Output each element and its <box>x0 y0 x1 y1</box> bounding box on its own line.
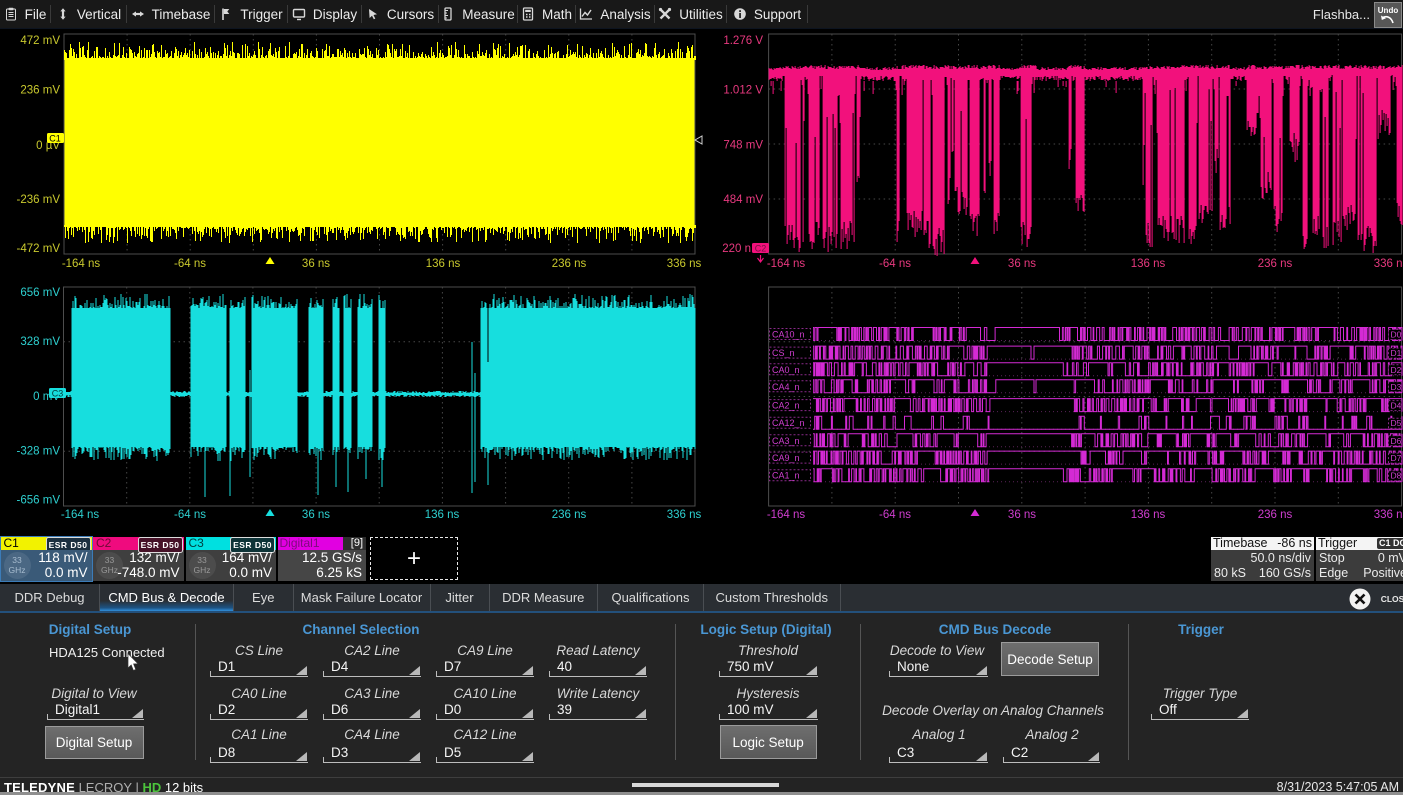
svg-text:D5: D5 <box>1391 418 1402 428</box>
svg-text:D7: D7 <box>1391 453 1402 463</box>
svg-text:472 mV: 472 mV <box>20 35 60 47</box>
svg-text:236 ns: 236 ns <box>552 509 587 521</box>
svg-text:-64 ns: -64 ns <box>174 509 206 521</box>
svg-text:-164 ns: -164 ns <box>61 509 100 521</box>
svg-text:336 ns: 336 ns <box>1374 258 1403 270</box>
svg-text:236 mV: 236 mV <box>20 85 60 97</box>
svg-text:C3: C3 <box>52 389 64 399</box>
svg-text:CA4_n: CA4_n <box>772 382 800 392</box>
svg-text:220 n: 220 n <box>722 243 751 255</box>
svg-text:136 ns: 136 ns <box>1131 258 1166 270</box>
svg-text:CS_n: CS_n <box>772 348 795 358</box>
svg-text:-64 ns: -64 ns <box>174 258 206 270</box>
svg-text:-236 mV: -236 mV <box>17 194 61 206</box>
svg-text:136 ns: 136 ns <box>1131 509 1166 521</box>
svg-text:136 ns: 136 ns <box>426 258 461 270</box>
svg-text:-64 ns: -64 ns <box>879 509 911 521</box>
svg-text:D1: D1 <box>1391 348 1402 358</box>
svg-text:236 ns: 236 ns <box>1258 509 1293 521</box>
svg-text:-328 mV: -328 mV <box>17 446 61 458</box>
svg-text:656 mV: 656 mV <box>20 287 60 299</box>
svg-text:-472 mV: -472 mV <box>17 243 61 255</box>
svg-text:236 ns: 236 ns <box>1258 258 1293 270</box>
svg-text:CA1_n: CA1_n <box>772 471 800 481</box>
svg-text:CA2_n: CA2_n <box>772 401 800 411</box>
svg-text:CA0_n: CA0_n <box>772 365 800 375</box>
svg-text:36 ns: 36 ns <box>302 258 330 270</box>
svg-text:36 ns: 36 ns <box>302 509 330 521</box>
svg-text:-164 ns: -164 ns <box>767 509 806 521</box>
svg-text:C1: C1 <box>49 134 61 144</box>
svg-text:484 mV: 484 mV <box>723 194 763 206</box>
svg-text:328 mV: 328 mV <box>20 336 60 348</box>
svg-text:336 ns: 336 ns <box>667 509 702 521</box>
svg-text:D0: D0 <box>1391 330 1402 340</box>
svg-text:D3: D3 <box>1391 382 1402 392</box>
svg-text:-164 ns: -164 ns <box>62 258 101 270</box>
svg-text:748 mV: 748 mV <box>723 140 763 152</box>
svg-text:136 ns: 136 ns <box>425 509 460 521</box>
svg-text:C2: C2 <box>755 244 767 254</box>
svg-text:-656 mV: -656 mV <box>17 495 61 507</box>
svg-text:CA10_n: CA10_n <box>772 330 805 340</box>
svg-text:1.012 V: 1.012 V <box>723 85 763 97</box>
svg-text:D4: D4 <box>1391 401 1402 411</box>
svg-text:D2: D2 <box>1391 365 1402 375</box>
svg-text:36 ns: 36 ns <box>1008 258 1036 270</box>
svg-text:CA12_n: CA12_n <box>772 418 805 428</box>
svg-text:CA9_n: CA9_n <box>772 453 800 463</box>
svg-text:336 ns: 336 ns <box>1374 509 1403 521</box>
svg-text:36 ns: 36 ns <box>1008 509 1036 521</box>
svg-text:D6: D6 <box>1391 436 1402 446</box>
svg-text:336 ns: 336 ns <box>667 258 702 270</box>
svg-text:-164 ns: -164 ns <box>767 258 806 270</box>
svg-text:D8: D8 <box>1391 471 1402 481</box>
svg-text:-64 ns: -64 ns <box>879 258 911 270</box>
svg-text:236 ns: 236 ns <box>552 258 587 270</box>
svg-text:1.276 V: 1.276 V <box>723 35 763 47</box>
svg-text:CA3_n: CA3_n <box>772 436 800 446</box>
